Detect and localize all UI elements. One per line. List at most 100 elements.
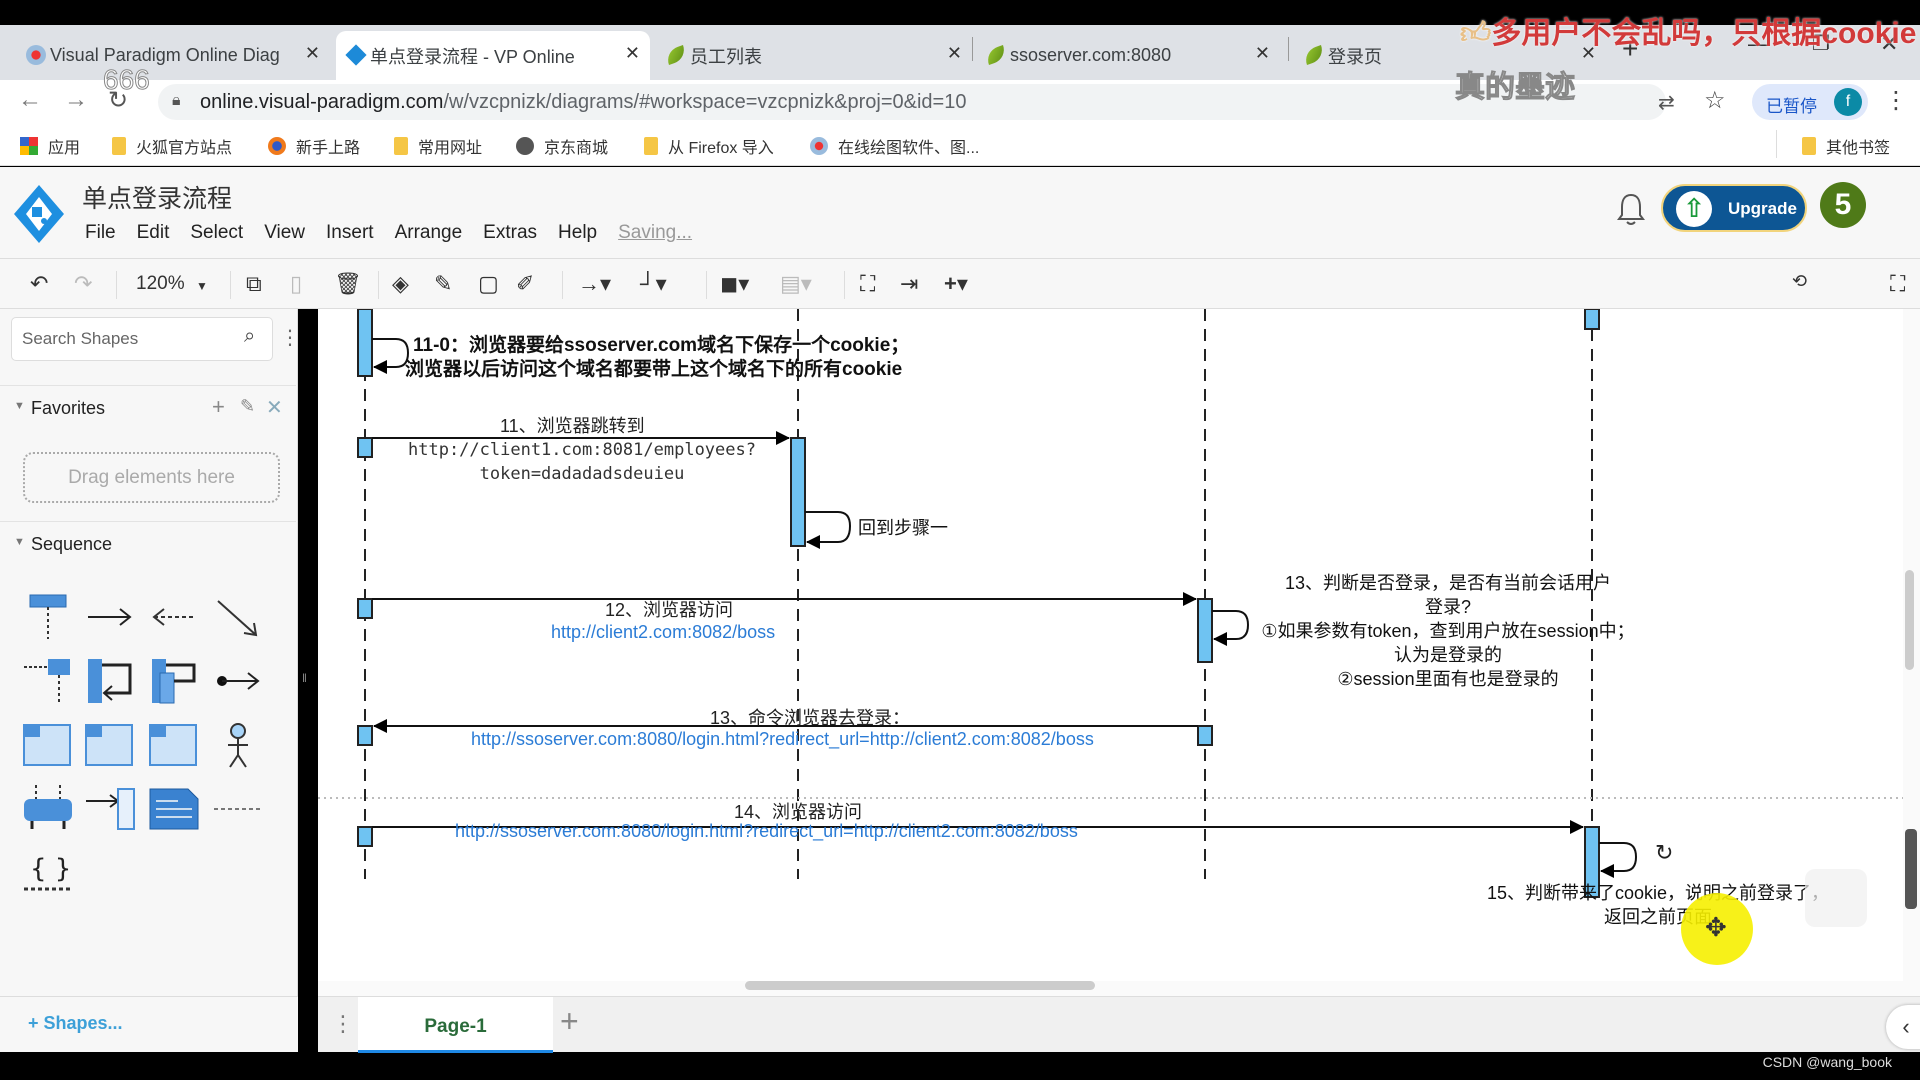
menu-arrange[interactable]: Arrange [395,222,463,244]
search-icon[interactable]: ⌕ [244,325,255,348]
search-shapes-input[interactable]: Search Shapes [11,317,273,361]
create-message-shape[interactable] [22,655,74,707]
label-step-13-url[interactable]: http://ssoserver.com:8080/login.html?red… [471,729,1094,750]
add-favorite-icon[interactable]: + [212,394,225,420]
bookmark-firefox-site[interactable]: 火狐官方站点 [112,134,232,158]
tab-visual-paradigm[interactable]: Visual Paradigm Online Diag ✕ [16,31,330,80]
favorites-drop-zone[interactable]: Drag elements here [23,452,280,503]
note-shape[interactable] [148,783,200,835]
bookmark-getting-started[interactable]: 新手上路 [268,134,360,158]
constraint-shape[interactable]: { } [22,847,74,899]
label-step-12[interactable]: 12、浏览器访问 [605,596,733,622]
label-step-11-url[interactable]: http://client1.com:8081/employees? token… [392,438,772,486]
message-arrow-shape[interactable] [84,591,136,643]
diagram-canvas[interactable]: 11-0：浏览器要给ssoserver.com域名下保存一个cookie； 浏览… [318,309,1903,981]
close-tab-icon[interactable]: ✕ [1255,43,1270,64]
bookmark-star-icon[interactable]: ☆ [1704,86,1726,115]
page-tab-1[interactable]: Page-1 [358,997,553,1053]
bookmark-other[interactable]: 其他书签 [1802,134,1890,158]
fragment-loop-shape[interactable] [84,719,136,771]
label-step-12-url[interactable]: http://client2.com:8082/boss [551,622,775,643]
redo-icon[interactable]: ↷ [74,271,92,297]
bookmark-apps[interactable]: 应用 [20,134,80,158]
close-tab-icon[interactable]: ✕ [625,43,640,64]
horizontal-scrollbar[interactable] [745,981,1095,990]
user-avatar[interactable]: 5 [1820,182,1866,228]
waypoint-style-icon[interactable]: ┘▾ [640,271,667,297]
fill-color-icon[interactable]: ◈ [392,271,409,297]
delete-icon[interactable]: 🗑︎ [334,271,362,297]
zoom-dropdown-icon[interactable]: ▼ [196,279,208,293]
space-icon[interactable]: ⇥ [900,271,918,297]
edit-favorite-icon[interactable]: ✎ [240,396,255,417]
copy-icon[interactable]: ⧉ [246,271,262,297]
self-message-shape[interactable] [84,655,136,707]
undo-icon[interactable]: ↶ [30,271,48,297]
connector-style-icon[interactable]: →▾ [578,271,611,297]
diagram-title[interactable]: 单点登录流程 [82,179,232,215]
bookmark-online-drawing[interactable]: 在线绘图软件、图... [810,134,979,158]
sequence-section-header[interactable]: ▼ Sequence [0,521,296,565]
vertical-scrollbar[interactable] [1905,570,1914,670]
message-to-lifeline-shape[interactable] [84,783,136,835]
address-bar[interactable]: 🔒︎ online.visual-paradigm.com/w/vzcpnizk… [158,84,1675,120]
lifeline-shape[interactable] [22,591,74,643]
forward-button[interactable]: → [64,86,88,114]
tab-sso-diagram[interactable]: 单点登录流程 - VP Online ✕ [336,31,650,80]
menu-help[interactable]: Help [558,222,597,244]
paste-icon[interactable]: ▯ [290,271,302,297]
note-step-11-0[interactable]: 11-0：浏览器要给ssoserver.com域名下保存一个cookie； 浏览… [405,334,909,382]
note-step-13-check-login[interactable]: 13、判断是否登录，是否有当前会话用户 登录? ①如果参数有token，查到用户… [1218,571,1678,691]
translate-icon[interactable]: ⇄ [1658,90,1675,115]
menu-extras[interactable]: Extras [483,222,537,244]
collapse-panel-button[interactable]: ‹ [1886,1005,1920,1049]
browser-menu-icon[interactable]: ⋮ [1884,86,1908,115]
more-shapes-link[interactable]: + Shapes... [28,1013,123,1034]
sidebar-resize-handle[interactable]: ‖ [302,671,307,685]
label-step-11[interactable]: 11、浏览器跳转到 [500,412,645,438]
label-step-14-url[interactable]: http://ssoserver.com:8080/login.html?red… [455,821,1078,842]
line-color-icon[interactable]: ✎ [434,271,452,297]
menu-file[interactable]: File [85,222,116,244]
tab-ssoserver[interactable]: ssoserver.com:8080 ✕ [976,31,1280,80]
actor-shape[interactable] [212,719,264,771]
nested-activation-shape[interactable] [148,655,200,707]
select-all-icon[interactable]: ⛶ [860,271,875,297]
gate-shape[interactable] [22,783,74,835]
insert-icon[interactable]: +▾ [944,271,968,297]
rotate-handle-icon[interactable]: ↻ [1655,840,1673,866]
page-menu-icon[interactable]: ⋮ [332,1011,354,1037]
bookmark-common-sites[interactable]: 常用网址 [394,134,482,158]
return-message-shape[interactable] [148,591,200,643]
dashed-line-shape[interactable] [212,783,264,835]
sync-icon[interactable]: ⟲ [1792,271,1807,292]
menu-select[interactable]: Select [190,222,243,244]
close-favorites-icon[interactable]: ✕ [266,395,283,420]
close-tab-icon[interactable]: ✕ [305,43,320,64]
sidebar-more-icon[interactable]: ⋮ [280,325,300,350]
tab-employee-list[interactable]: 员工列表 ✕ [656,31,972,80]
favorites-section-header[interactable]: ▼ Favorites + ✎ ✕ [0,385,296,429]
fullscreen-icon[interactable]: ⛶ [1890,271,1905,297]
note-step-15[interactable]: 15、判断带来了cookie，说明之前登录了， 返回之前页面 [1468,881,1848,929]
menu-edit[interactable]: Edit [137,222,170,244]
close-tab-icon[interactable]: ✕ [947,43,962,64]
menu-view[interactable]: View [264,222,305,244]
align-icon[interactable]: ▤▾ [780,271,812,297]
format-painter-icon[interactable]: ✐ [516,271,534,297]
menu-insert[interactable]: Insert [326,222,374,244]
found-message-shape[interactable] [212,655,264,707]
label-back-to-step-1[interactable]: 回到步骤一 [858,514,948,540]
fragment-alt-shape[interactable] [22,719,74,771]
to-front-icon[interactable]: ◼▾ [720,271,749,297]
zoom-level[interactable]: 120% [136,273,185,295]
bookmark-firefox-import[interactable]: 从 Firefox 导入 [644,134,774,158]
profile-button[interactable]: 已暂停 f [1752,84,1868,120]
diagonal-message-shape[interactable] [212,591,264,643]
add-page-button[interactable]: + [560,1003,579,1040]
label-step-13-login-command[interactable]: 13、命令浏览器去登录： [710,704,910,730]
fragment-opt-shape[interactable] [148,719,200,771]
shadow-icon[interactable]: ▢ [478,271,499,297]
upgrade-button[interactable]: ⇧ Upgrade [1661,184,1807,232]
back-button[interactable]: ← [18,86,42,114]
